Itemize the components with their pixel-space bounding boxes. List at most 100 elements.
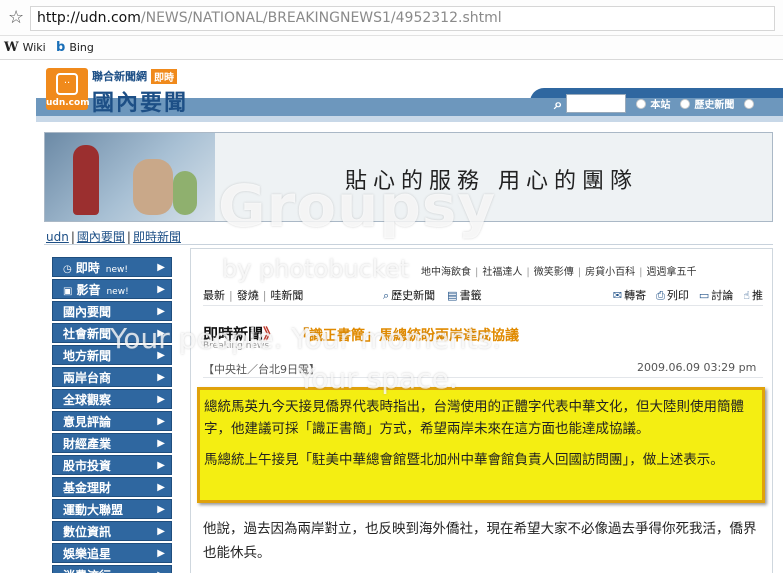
bookmark-label: Bing <box>69 41 94 54</box>
live-badge: 即時 <box>151 68 177 84</box>
sidebar-item[interactable]: 數位資訊 ▶ <box>52 521 172 541</box>
sidebar-item-label: 影音 <box>76 283 101 297</box>
url-field[interactable]: http://udn.com/NEWS/NATIONAL/BREAKINGNEW… <box>30 6 775 31</box>
udn-logo-icon: ·· udn.com <box>46 68 90 110</box>
chevron-right-icon: ▶ <box>157 526 165 537</box>
search-icon[interactable]: ⌕ <box>554 95 562 113</box>
sidebar-item-icon: ▣ <box>63 286 73 297</box>
logo-udn-text: udn.com <box>46 98 90 108</box>
sidebar-item-label: 運動大聯盟 <box>63 503 124 517</box>
chevron-right-icon: ▶ <box>157 284 165 295</box>
thumb-icon: ☝ <box>743 289 750 302</box>
sidebar-item-label: 財經產業 <box>63 437 112 451</box>
chevron-right-icon: ▶ <box>157 482 165 493</box>
nav-wow[interactable]: 哇新聞 <box>270 289 303 302</box>
top-link[interactable]: 週週拿五千 <box>647 267 697 278</box>
article-paragraph: 總統馬英九今天接見僑界代表時指出，台灣使用的正體字代表中華文化，但大陸則使用簡體… <box>204 399 744 437</box>
section-name: 國內要聞 <box>92 91 189 116</box>
section-title-en: Breaking news <box>203 341 270 351</box>
bookmark-bing[interactable]: b Bing <box>56 40 94 55</box>
divider <box>203 377 763 378</box>
sidebar-item-label: 意見評論 <box>63 415 112 429</box>
discuss-icon: ▭ <box>698 289 710 302</box>
sidebar-item[interactable]: 財經產業 ▶ <box>52 433 172 453</box>
breadcrumb-section[interactable]: 國內要聞 <box>77 230 125 244</box>
sidebar-item[interactable]: 基金理財 ▶ <box>52 477 172 497</box>
search-area: ⌕ 本站 歷史新聞 <box>554 94 755 113</box>
sidebar-item[interactable]: 消費流行 ▶ <box>52 565 172 573</box>
site-logo[interactable]: ·· udn.com 聯合新聞網 即時 國內要聞 <box>46 68 188 117</box>
radio-history[interactable] <box>680 98 691 109</box>
bookmarks-bar: W Wiki b Bing <box>0 36 783 60</box>
sidebar-item[interactable]: 意見評論 ▶ <box>52 411 172 431</box>
article-paragraph: 馬總統上午接見「駐美中華總會館暨北加州中華會館負責人回國訪問團」，做上述表示。 <box>204 452 724 468</box>
wikipedia-icon: W <box>4 40 19 55</box>
tool-recommend[interactable]: ☝ 推 <box>743 287 763 303</box>
nav-hot[interactable]: 發燒 <box>237 289 259 302</box>
banner-figure <box>133 159 173 215</box>
tool-label: 列印 <box>666 289 689 302</box>
tool-print[interactable]: ⎙ 列印 <box>656 287 689 303</box>
tool-label: 轉寄 <box>624 289 647 302</box>
chevron-right-icon: ▶ <box>157 548 165 559</box>
top-link[interactable]: 房貸小百科 <box>585 267 635 278</box>
tool-label: 書籤 <box>459 289 482 302</box>
favorite-star-icon[interactable]: ☆ <box>8 7 24 28</box>
search-input[interactable] <box>566 94 627 113</box>
bing-icon: b <box>56 40 66 55</box>
tool-forward[interactable]: ✉ 轉寄 <box>613 287 646 303</box>
top-link[interactable]: 微笑影傳 <box>534 267 574 278</box>
top-links: 地中海飲食 | 社福達人 | 微笑影傳 | 房貸小百科 | 週週拿五千 <box>421 267 697 278</box>
sidebar-item[interactable]: 國內要聞 ▶ <box>52 301 172 321</box>
radio-extra[interactable] <box>744 98 755 109</box>
print-icon: ⎙ <box>656 289 665 302</box>
article-date: 2009.06.09 03:29 pm <box>637 361 757 374</box>
sidebar-item-label: 全球觀察 <box>63 393 112 407</box>
sidebar-item[interactable]: 運動大聯盟 ▶ <box>52 499 172 519</box>
tool-history[interactable]: ⌕ 歷史新聞 <box>383 287 435 303</box>
promo-banner[interactable]: 貼心的服務 用心的團隊 <box>44 132 773 222</box>
banner-figure <box>73 145 99 215</box>
section-title: 即時新聞》 Breaking news <box>203 323 278 351</box>
top-link[interactable]: 地中海飲食 <box>421 267 471 278</box>
nav-latest[interactable]: 最新 <box>203 289 225 302</box>
new-badge: new! <box>106 287 129 297</box>
radio-site-label: 本站 <box>650 100 671 111</box>
web-page: ·· udn.com 聯合新聞網 即時 國內要聞 ⌕ 本站 歷史新聞 貼心的服務… <box>0 60 783 573</box>
new-badge: new! <box>105 265 128 275</box>
top-link[interactable]: 社福達人 <box>482 267 522 278</box>
sidebar-item[interactable]: 娛樂追星 ▶ <box>52 543 172 563</box>
sidebar-item[interactable]: 股市投資 ▶ <box>52 455 172 475</box>
article-panel: 地中海飲食 | 社福達人 | 微笑影傳 | 房貸小百科 | 週週拿五千 最新 | 發燒 | 哇新聞 ⌕ 歷… <box>190 248 773 573</box>
sidebar-item[interactable]: 地方新聞 ▶ <box>52 345 172 365</box>
breadcrumb-home[interactable]: udn <box>46 230 69 244</box>
banner-figure <box>173 171 197 215</box>
divider <box>44 244 773 245</box>
radio-history-label: 歷史新聞 <box>694 100 735 111</box>
sidebar-item[interactable]: 兩岸台商 ▶ <box>52 367 172 387</box>
sidebar-item[interactable]: ◷ 即時 new! ▶ <box>52 257 172 277</box>
sidebar-item-icon: ◷ <box>63 264 72 275</box>
logo-face: ·· <box>56 73 78 95</box>
browser-address-bar-area: ☆ http://udn.com/NEWS/NATIONAL/BREAKINGN… <box>0 0 783 36</box>
network-name: 聯合新聞網 <box>92 70 147 83</box>
mail-icon: ✉ <box>612 289 623 302</box>
chevron-right-icon: ▶ <box>157 438 165 449</box>
breadcrumb-current[interactable]: 即時新聞 <box>133 230 181 244</box>
sidebar-item[interactable]: ▣ 影音 new! ▶ <box>52 279 172 299</box>
sidebar-item[interactable]: 社會新聞 ▶ <box>52 323 172 343</box>
sidebar-item-label: 地方新聞 <box>63 349 112 363</box>
chevron-right-icon: ▶ <box>157 504 165 515</box>
bookmark-wiki[interactable]: W Wiki <box>4 40 46 55</box>
tool-discuss[interactable]: ▭ 討論 <box>699 287 733 303</box>
radio-site[interactable] <box>636 98 647 109</box>
sidebar-item[interactable]: 全球觀察 ▶ <box>52 389 172 409</box>
tool-label: 推 <box>752 289 763 302</box>
article-headline: 「識正書簡」馬總統盼兩岸達成協議 <box>295 328 519 344</box>
sidebar-item-label: 社會新聞 <box>63 327 112 341</box>
tool-label: 討論 <box>711 289 734 302</box>
chevron-right-icon: ▶ <box>157 306 165 317</box>
sidebar-item-label: 股市投資 <box>63 459 112 473</box>
tool-bookmark[interactable]: ▤ 書籤 <box>447 287 481 303</box>
chevron-right-icon: ▶ <box>157 328 165 339</box>
